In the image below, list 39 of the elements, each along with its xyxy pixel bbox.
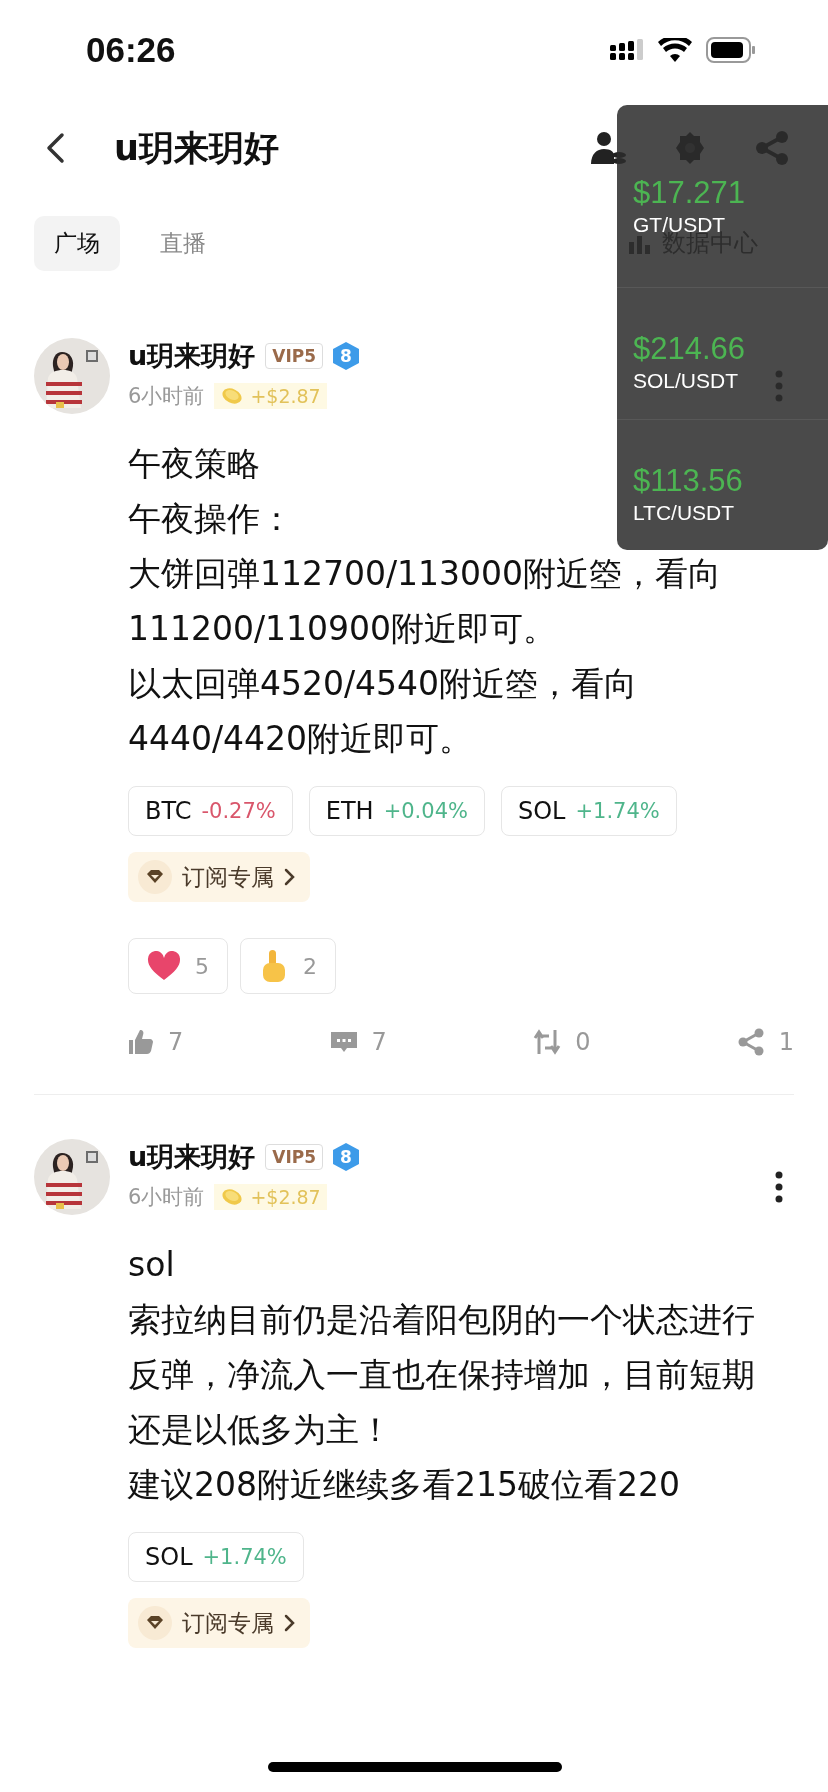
post-text: 以太回弹4520/4540附近箜，看向4440/4420附近即可。 [128,663,639,760]
ticker-change: -0.27% [201,799,276,823]
level-badge: 8 [333,342,359,370]
vip-badge: VIP5 [265,1144,323,1170]
post-time: 6小时前 [128,1184,205,1211]
post-text: 午夜操作： [128,498,293,540]
pair-label: SOL/USDT [633,369,740,394]
action-count: 7 [371,1028,387,1056]
subscribe-label: 订阅专属 [182,862,274,892]
ticker-symbol: ETH [325,797,374,825]
subscribe-label: 订阅专属 [182,1608,274,1638]
ticker-symbol: SOL [517,797,566,825]
action-count: 0 [575,1028,591,1056]
ticker-change: +1.74% [575,799,660,823]
reward-amount: +$2.87 [250,385,321,407]
post-text: 大饼回弹112700/113000附近箜，看向111200/110900附近即可。 [128,553,723,650]
status-time: 06:26 [86,30,176,70]
page-title: u玥来玥好 [114,126,280,170]
ticker-symbol: SOL [145,1543,193,1571]
ticker-change: +1.74% [202,1545,287,1569]
reward-amount: +$2.87 [250,1186,321,1208]
vip-badge: VIP5 [265,343,323,369]
level-badge: 8 [333,1143,359,1171]
ticker-symbol: BTC [145,797,192,825]
price-value: $214.66 [633,331,747,368]
reaction-count: 5 [195,953,209,979]
action-count: 7 [168,1028,184,1056]
post-text: 建议208附近继续多看215破位看220 [128,1464,680,1506]
post-time: 6小时前 [128,383,205,410]
action-count: 1 [778,1028,794,1056]
price-value: $17.271 [633,175,747,211]
price-value: $113.56 [633,462,744,499]
post-text: sol [128,1244,175,1286]
pair-label: GT/USDT [633,213,726,236]
ticker-change: +0.04% [383,799,468,823]
pair-label: LTC/USDT [633,500,736,525]
post-text: 索拉纳目前仍是沿着阳包阴的一个状态进行反弹，净流入一直也在保持增加，目前短期还是以低多为主！ [128,1299,756,1451]
post-text: 午夜策略 [128,443,260,485]
reaction-count: 2 [303,953,317,979]
